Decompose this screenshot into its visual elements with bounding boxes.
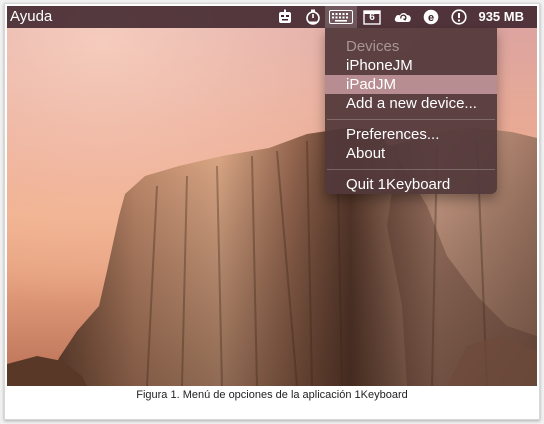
cloud-sync-icon[interactable] (393, 8, 413, 26)
menu-item-iphonejm[interactable]: iPhoneJM (325, 56, 497, 75)
memory-usage-label[interactable]: 935 MB (478, 9, 524, 25)
menu-section-devices: Devices (346, 38, 400, 55)
menu-item-about[interactable]: About (325, 144, 497, 163)
menu-item-add-device[interactable]: Add a new device... (325, 94, 497, 113)
e-circle-icon[interactable]: e (423, 8, 439, 26)
menu-separator (327, 169, 495, 170)
timer-icon[interactable] (305, 8, 321, 26)
figure-caption: Figura 1. Menú de opciones de la aplicac… (136, 389, 408, 401)
screenshot: Ayuda 6 e 935 MB Devices iPhoneJM iPadJM… (7, 6, 537, 386)
menu-bar: Ayuda 6 e 935 MB (7, 6, 537, 28)
robot-icon[interactable] (277, 8, 293, 26)
menu-item-ipadjm[interactable]: iPadJM (325, 75, 497, 94)
svg-text:e: e (428, 12, 434, 24)
keyboard-dropdown-menu: Devices iPhoneJM iPadJM Add a new device… (325, 28, 497, 194)
calendar-day: 6 (369, 12, 375, 23)
menu-help[interactable]: Ayuda (10, 8, 52, 26)
keyboard-menu-extra[interactable] (325, 6, 357, 28)
calendar-icon[interactable]: 6 (363, 8, 381, 26)
menu-item-quit[interactable]: Quit 1Keyboard (325, 175, 497, 194)
menu-separator (327, 119, 495, 120)
menu-item-preferences[interactable]: Preferences... (325, 125, 497, 144)
keyboard-icon (329, 8, 353, 26)
info-circle-icon[interactable] (451, 8, 467, 26)
